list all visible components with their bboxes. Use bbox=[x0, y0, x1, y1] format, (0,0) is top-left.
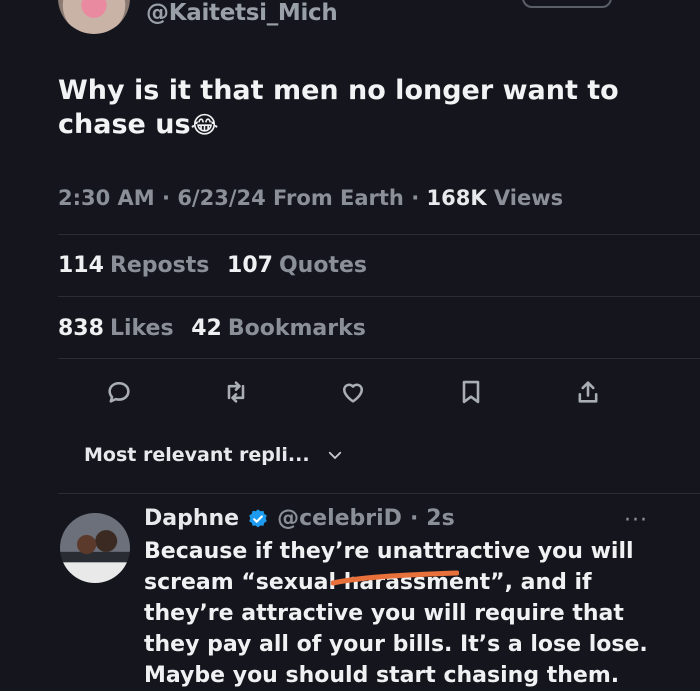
likes-count: 838 bbox=[58, 316, 104, 341]
reply-line: Because if they’re unattractive you will bbox=[144, 539, 634, 564]
chevron-down-icon bbox=[328, 451, 341, 460]
tweet-meta: 2:30 AM · 6/23/24 From Earth · 168K View… bbox=[58, 186, 563, 210]
reply-icon bbox=[108, 381, 130, 403]
reply-header: Daphne @celebriD · 2s bbox=[144, 506, 455, 531]
tweet-text: Why is it that men no longer want to cha… bbox=[58, 74, 648, 142]
bookmark-button[interactable] bbox=[451, 372, 491, 412]
reposts-link[interactable]: 114 Reposts bbox=[58, 253, 209, 278]
quotes-link[interactable]: 107 Quotes bbox=[227, 253, 367, 278]
reply-line: Maybe you should start chasing them. bbox=[144, 663, 620, 688]
reply-line: they pay all of your bills. It’s a lose … bbox=[144, 632, 648, 657]
repost-quote-stats: 114 Reposts 107 Quotes bbox=[58, 253, 367, 278]
views-count: 168K bbox=[426, 186, 487, 210]
bookmarks-label: Bookmarks bbox=[227, 316, 366, 341]
like-icon bbox=[342, 383, 364, 403]
reposts-count: 114 bbox=[58, 253, 104, 278]
reply-line: scream “sexual harassment”, and if bbox=[144, 570, 592, 595]
quotes-label: Quotes bbox=[278, 253, 367, 278]
sort-label: Most relevant repli... bbox=[84, 444, 310, 466]
verified-badge-icon bbox=[249, 508, 267, 527]
like-bookmark-stats: 838 Likes 42 Bookmarks bbox=[58, 316, 366, 341]
quotes-count: 107 bbox=[227, 253, 273, 278]
meta-sep: · bbox=[411, 186, 420, 210]
follow-button[interactable] bbox=[522, 0, 612, 8]
divider bbox=[58, 234, 700, 235]
share-button[interactable] bbox=[568, 372, 608, 412]
action-bar bbox=[0, 372, 700, 418]
likes-link[interactable]: 838 Likes bbox=[58, 316, 174, 341]
like-button[interactable] bbox=[333, 372, 373, 412]
likes-label: Likes bbox=[109, 316, 174, 341]
bookmark-icon bbox=[462, 380, 480, 404]
top-avatar[interactable] bbox=[58, 0, 130, 34]
more-options-icon[interactable]: ··· bbox=[624, 508, 648, 533]
divider bbox=[58, 493, 700, 494]
repost-button[interactable] bbox=[216, 372, 256, 412]
reply-line: they’re attractive you will require that bbox=[144, 601, 624, 626]
divider bbox=[58, 358, 700, 359]
reply-avatar[interactable] bbox=[60, 513, 130, 583]
reposts-label: Reposts bbox=[109, 253, 210, 278]
views-label: Views bbox=[493, 186, 564, 210]
reply-author-name[interactable]: Daphne bbox=[144, 506, 239, 531]
repost-icon bbox=[227, 381, 245, 403]
reply-handle[interactable]: @celebriD bbox=[277, 506, 402, 531]
meta-sep: · bbox=[162, 186, 170, 210]
tweet-source: From Earth bbox=[273, 186, 404, 210]
tweet-date[interactable]: 6/23/24 bbox=[177, 186, 265, 210]
divider bbox=[58, 296, 700, 297]
reply-button[interactable] bbox=[99, 372, 139, 412]
reply-age[interactable]: 2s bbox=[426, 506, 454, 531]
author-handle[interactable]: @Kaitetsi_Mich bbox=[146, 0, 338, 26]
laughing-emoji-icon: 😂 bbox=[190, 111, 219, 139]
share-icon bbox=[578, 381, 598, 403]
tweet-body: Why is it that men no longer want to cha… bbox=[58, 75, 619, 140]
bookmarks-count: 42 bbox=[191, 316, 222, 341]
reply-sep: · bbox=[409, 506, 419, 531]
bookmarks-link[interactable]: 42 Bookmarks bbox=[191, 316, 366, 341]
reply-text: Because if they’re unattractive you will… bbox=[144, 536, 664, 691]
reply-sort-dropdown[interactable]: Most relevant repli... bbox=[84, 444, 344, 466]
tweet-time[interactable]: 2:30 AM bbox=[58, 186, 155, 210]
